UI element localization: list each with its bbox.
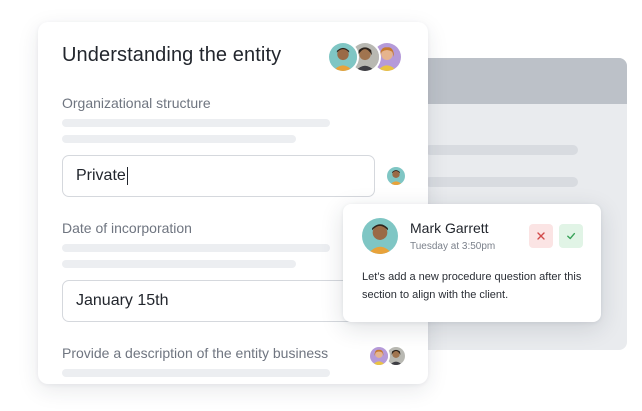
comment-popup: Mark Garrett Tuesday at 3:50pm Let’s add… [343, 204, 601, 322]
comment-timestamp: Tuesday at 3:50pm [410, 241, 496, 252]
avatar [362, 218, 398, 254]
placeholder-line [62, 119, 330, 127]
placeholder-line [62, 135, 296, 143]
input-value: Private [76, 167, 126, 184]
reject-button[interactable] [529, 224, 553, 248]
accept-button[interactable] [559, 224, 583, 248]
date-of-incorporation-input[interactable]: January 15th [62, 280, 375, 322]
input-value: January 15th [76, 292, 169, 309]
background-panel-line [425, 145, 578, 155]
field-label-entity-business-description: Provide a description of the entity busi… [62, 345, 329, 361]
background-panel-header [405, 58, 627, 104]
placeholder-line [62, 260, 296, 268]
x-icon [537, 232, 545, 240]
avatar[interactable] [327, 41, 359, 73]
check-icon [567, 232, 576, 240]
comment-author: Mark Garrett [410, 220, 489, 236]
avatar[interactable] [368, 345, 390, 367]
text-caret [126, 167, 128, 185]
placeholder-line [62, 369, 330, 377]
collaborator-avatars[interactable] [327, 41, 407, 75]
comment-text: Let’s add a new procedure question after… [362, 271, 582, 301]
form-title: Understanding the entity [62, 44, 282, 66]
field-label-date-of-incorporation: Date of incorporation [62, 220, 192, 236]
organizational-structure-input[interactable]: Private [62, 155, 375, 197]
placeholder-line [62, 244, 330, 252]
background-panel-line [425, 177, 578, 187]
avatar[interactable] [385, 165, 407, 187]
field-label-organizational-structure: Organizational structure [62, 95, 211, 111]
entity-form-card: Understanding the entity Organizational … [38, 22, 428, 384]
